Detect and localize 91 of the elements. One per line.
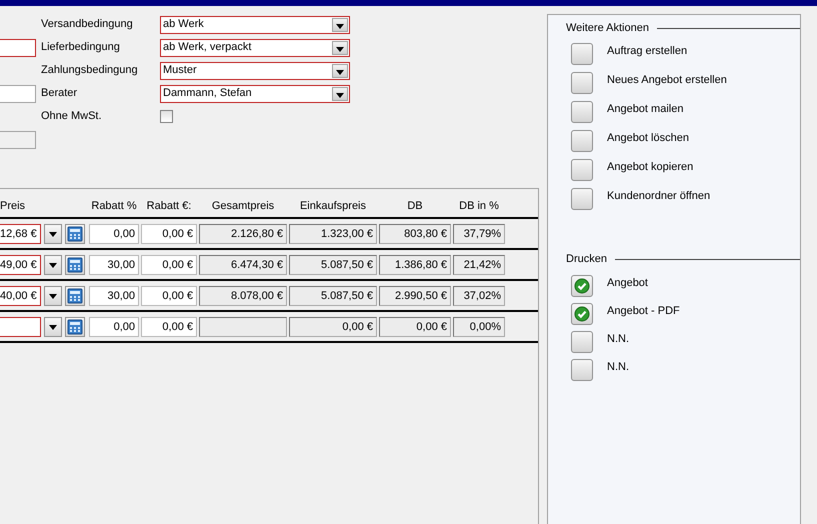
column-header: Einkaufspreis (298, 198, 368, 214)
print-label: N.N. (607, 360, 629, 375)
dropdown[interactable]: ab Werk (160, 16, 350, 34)
value-field: 5.087,50 € (289, 254, 377, 274)
action-button[interactable] (571, 101, 593, 123)
column-header: DB (406, 198, 424, 214)
dropdown-arrow-icon (49, 263, 57, 268)
print-label: Angebot - PDF (607, 304, 680, 319)
value-field: 8.078,00 € (199, 286, 287, 306)
dropdown[interactable]: Dammann, Stefan (160, 84, 350, 102)
input-field[interactable]: 0,00 € (141, 254, 197, 274)
column-header: Rabatt % (90, 198, 138, 214)
action-button[interactable] (571, 130, 593, 152)
dropdown-arrow-icon (49, 325, 57, 330)
action-label: Neues Angebot erstellen (607, 73, 727, 88)
action-label: Angebot kopieren (607, 160, 694, 175)
dropdown-arrow-icon (336, 24, 344, 28)
value-field: 1.323,00 € (289, 224, 377, 244)
calculator-button[interactable] (65, 224, 85, 244)
input-field[interactable] (0, 84, 36, 102)
action-label: Kundenordner öffnen (607, 189, 710, 204)
value-field: 2.990,50 € (379, 286, 451, 306)
field-label: Lieferbedingung (41, 40, 121, 56)
input-field[interactable]: 0,00 (89, 224, 139, 244)
action-label: Angebot mailen (607, 102, 684, 117)
value-field: 6.474,30 € (199, 254, 287, 274)
value-field: 37,02% (453, 286, 505, 306)
action-button[interactable] (571, 72, 593, 94)
field-label: Versandbedingung (41, 17, 134, 32)
column-header: Preis (0, 198, 26, 214)
action-button[interactable] (571, 188, 593, 210)
input-field[interactable] (0, 38, 36, 56)
input-field (0, 130, 36, 148)
input-field[interactable]: 0,00 € (141, 224, 197, 244)
price-field[interactable] (0, 316, 41, 336)
dropdown-button[interactable] (44, 254, 62, 274)
value-field: 21,42% (453, 254, 505, 274)
value-field: 0,00 € (379, 316, 451, 336)
value-field: 0,00 € (289, 316, 377, 336)
dropdown-arrow-icon (49, 294, 57, 299)
dropdown[interactable]: ab Werk, verpackt (160, 38, 350, 56)
print-toggle-button[interactable] (571, 303, 593, 325)
dropdown[interactable]: Muster (160, 62, 350, 80)
price-field[interactable]: 12,68 € (0, 224, 41, 244)
column-header: Rabatt €: (146, 198, 192, 214)
dropdown-button[interactable] (332, 18, 348, 32)
check-icon (574, 306, 590, 322)
price-field[interactable]: 40,00 € (0, 286, 41, 306)
value-field: 0,00% (453, 316, 505, 336)
print-toggle-button[interactable] (571, 359, 593, 381)
value-field: 1.386,80 € (379, 254, 451, 274)
input-field[interactable]: 0,00 € (141, 316, 197, 336)
check-icon (574, 278, 590, 294)
column-header: DB in % (458, 198, 500, 214)
dropdown-button[interactable] (44, 286, 62, 306)
input-field[interactable]: 30,00 (89, 286, 139, 306)
action-button[interactable] (571, 159, 593, 181)
print-label: Angebot (607, 276, 648, 291)
checkbox[interactable] (160, 110, 173, 123)
print-label: N.N. (607, 332, 629, 347)
group-title: Weitere Aktionen (566, 20, 649, 36)
dropdown-arrow-icon (49, 232, 57, 237)
column-header: Gesamtpreis (210, 198, 276, 214)
price-field[interactable]: 49,00 € (0, 254, 41, 274)
value-field: 5.087,50 € (289, 286, 377, 306)
value-field: 37,79% (453, 224, 505, 244)
dropdown-button[interactable] (332, 64, 348, 78)
dropdown-button[interactable] (332, 40, 348, 54)
input-field[interactable]: 30,00 (89, 254, 139, 274)
group-title: Drucken (566, 252, 607, 267)
field-label: Berater (41, 86, 78, 102)
print-toggle-button[interactable] (571, 275, 593, 297)
dropdown-arrow-icon (336, 92, 344, 98)
input-field[interactable]: 0,00 € (141, 286, 197, 306)
action-label: Angebot löschen (607, 131, 689, 146)
calculator-button[interactable] (65, 316, 85, 336)
dropdown-button[interactable] (44, 224, 62, 244)
action-label: Auftrag erstellen (607, 44, 688, 59)
dropdown-button[interactable] (332, 86, 348, 100)
dropdown-arrow-icon (336, 70, 344, 74)
value-field: 803,80 € (379, 224, 451, 244)
calculator-button[interactable] (65, 286, 85, 306)
print-toggle-button[interactable] (571, 331, 593, 353)
dropdown-arrow-icon (336, 46, 344, 52)
input-field[interactable]: 0,00 (89, 316, 139, 336)
dropdown-button[interactable] (44, 316, 62, 336)
value-field: 2.126,80 € (199, 224, 287, 244)
calculator-button[interactable] (65, 254, 85, 274)
field-label: Ohne MwSt. (41, 109, 103, 124)
action-button[interactable] (571, 43, 593, 65)
field-label: Zahlungsbedingung (41, 63, 139, 78)
